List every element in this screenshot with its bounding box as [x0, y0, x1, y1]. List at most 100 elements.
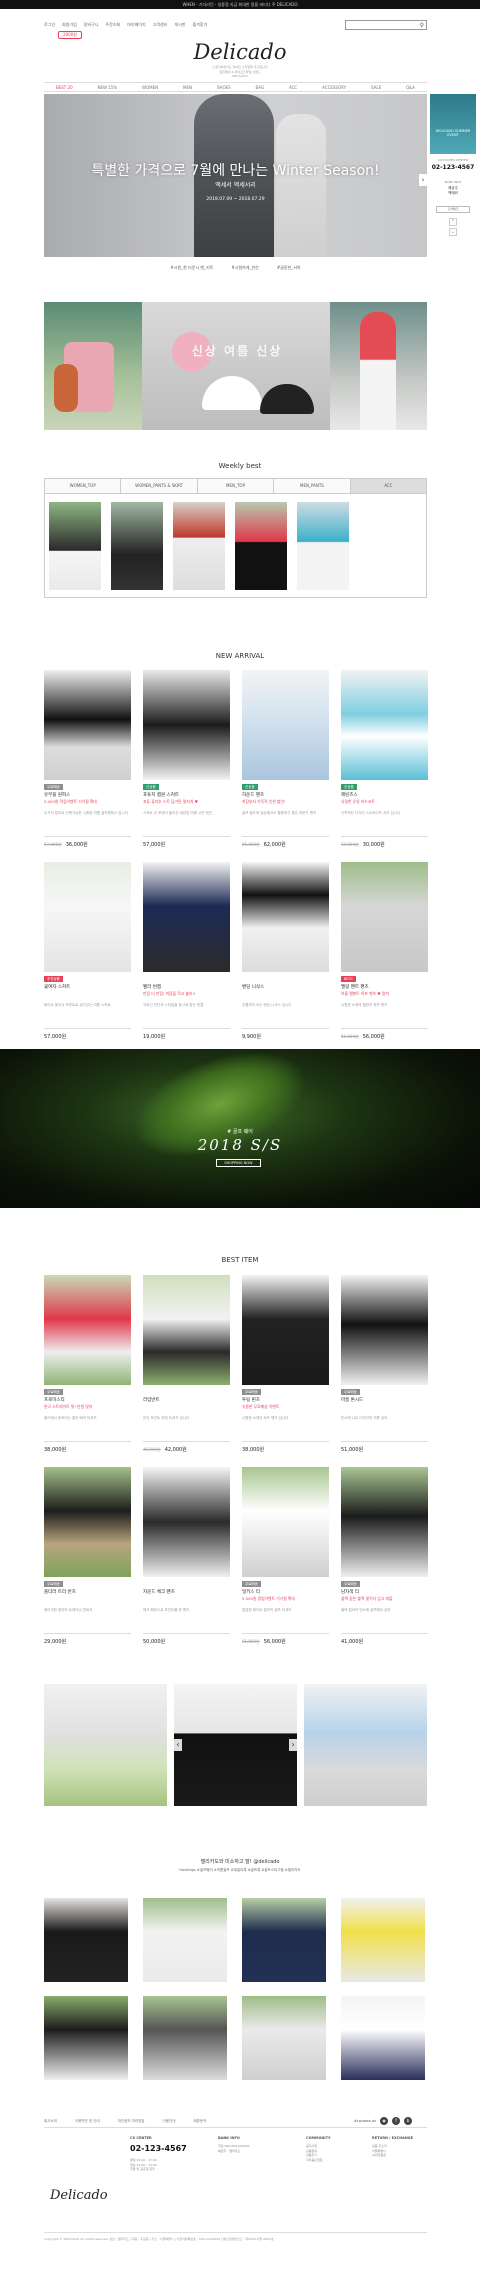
- join-coupon-badge[interactable]: 2000원: [58, 31, 82, 39]
- util-link[interactable]: 회원가입: [62, 22, 77, 28]
- shopping-now-button[interactable]: SHOPPING NOW: [216, 1159, 261, 1167]
- nav-item[interactable]: SALE: [371, 85, 381, 90]
- product-name[interactable]: 헤린즈스: [341, 792, 428, 798]
- product-name[interactable]: 하운드 팬츠: [242, 792, 329, 798]
- site-logo[interactable]: Delicado: [0, 40, 480, 64]
- tab-men-pants[interactable]: MEN_PANTS: [274, 479, 351, 493]
- weekly-product-image[interactable]: [111, 502, 163, 590]
- carousel-item[interactable]: [44, 1684, 167, 1806]
- chevron-right-icon[interactable]: ›: [289, 1739, 297, 1751]
- product-name[interactable]: 밀키스 티: [242, 1589, 329, 1595]
- product-image[interactable]: [143, 1467, 230, 1577]
- nav-item[interactable]: Q&A: [406, 85, 415, 90]
- nav-item[interactable]: ACCESSORY: [322, 85, 346, 90]
- promo-banner-keyring[interactable]: [44, 302, 142, 430]
- instagram-photo[interactable]: [143, 1996, 227, 2080]
- product-name[interactable]: 투팅 핀츠: [242, 1397, 329, 1403]
- instagram-photo[interactable]: [44, 1898, 128, 1982]
- product-image[interactable]: [341, 670, 428, 780]
- util-link[interactable]: 게시판: [174, 22, 185, 28]
- product-name[interactable]: 라임반트: [143, 1397, 230, 1403]
- product-image[interactable]: [341, 1275, 428, 1385]
- instagram-photo[interactable]: [242, 1898, 326, 1982]
- nav-item[interactable]: SHOES: [217, 85, 231, 90]
- hero-slider[interactable]: 특별한 가격으로 7월에 만나는 Winter Season! 액세서 액세서리…: [44, 94, 427, 257]
- weekly-product-image[interactable]: [235, 502, 287, 590]
- footer-link[interactable]: 자주묻는질문: [306, 2158, 323, 2163]
- util-link[interactable]: 로그인: [44, 22, 55, 28]
- product-name[interactable]: 프로미스티: [44, 1397, 131, 1403]
- chevron-left-icon[interactable]: ‹: [174, 1739, 182, 1751]
- instagram-photo[interactable]: [341, 1996, 425, 2080]
- nav-item[interactable]: BAG: [256, 85, 265, 90]
- weekly-product-image[interactable]: [297, 502, 349, 590]
- product-image[interactable]: [44, 1467, 131, 1577]
- product-image[interactable]: [44, 670, 131, 780]
- footer-link[interactable]: 개인정보 처리방침: [118, 2119, 145, 2124]
- nav-item[interactable]: MEN: [183, 85, 192, 90]
- hero-tab[interactable]: #시원_한 더운시 맨_키트: [170, 258, 213, 278]
- product-name[interactable]: 멜랑 팬트 팬츠: [341, 984, 428, 990]
- search-icon[interactable]: ⚲: [420, 22, 424, 29]
- product-name[interactable]: 포튜지 랩원 스커트: [143, 792, 230, 798]
- util-link[interactable]: 마이페이지: [127, 22, 145, 28]
- carousel-item[interactable]: [174, 1684, 297, 1806]
- util-link[interactable]: 고객센터: [153, 22, 168, 28]
- product-name[interactable]: 밴딩 니삭스: [242, 984, 329, 990]
- nav-item[interactable]: NEW 15%: [98, 85, 118, 90]
- carousel-item[interactable]: [304, 1684, 427, 1806]
- tab-women-top[interactable]: WOMEN_TOP: [45, 479, 122, 493]
- promo-banner-caps[interactable]: 신상 여름 신상: [142, 302, 330, 430]
- season-banner[interactable]: # 골프 웨어 2018 S/S SHOPPING NOW: [0, 1049, 480, 1208]
- product-image[interactable]: [44, 1275, 131, 1385]
- product-name[interactable]: 유무플 원피스: [44, 792, 131, 798]
- tab-women-pants[interactable]: WOMEN_PANTS & SKIRT: [121, 479, 198, 493]
- util-link[interactable]: 즐겨찾기: [192, 22, 207, 28]
- product-image[interactable]: [143, 670, 230, 780]
- scroll-down-icon[interactable]: ⌄: [449, 228, 457, 236]
- product-image[interactable]: [242, 670, 329, 780]
- chevron-right-icon[interactable]: ›: [419, 174, 427, 186]
- scroll-up-icon[interactable]: ⌃: [449, 218, 457, 226]
- footer-link[interactable]: 이용안내: [163, 2119, 176, 2124]
- product-image[interactable]: [242, 1275, 329, 1385]
- product-image[interactable]: [341, 862, 428, 972]
- instagram-photo[interactable]: [341, 1898, 425, 1982]
- product-image[interactable]: [242, 862, 329, 972]
- weekly-product-image[interactable]: [49, 502, 101, 590]
- product-name[interactable]: 자운드 체크 팬츠: [143, 1589, 230, 1595]
- product-image[interactable]: [242, 1467, 329, 1577]
- tab-men-top[interactable]: MEN_TOP: [197, 479, 275, 493]
- weekly-product-image[interactable]: [173, 502, 225, 590]
- instagram-photo[interactable]: [44, 1996, 128, 2080]
- nav-item[interactable]: WOMEN: [142, 85, 158, 90]
- instagram-photo[interactable]: [143, 1898, 227, 1982]
- hero-tab[interactable]: #골동한_서약: [277, 258, 301, 278]
- product-image[interactable]: [44, 862, 131, 972]
- product-name[interactable]: 남자색 티: [341, 1589, 428, 1595]
- promo-banner-model[interactable]: [330, 302, 427, 430]
- tab-acc[interactable]: ACC: [350, 479, 427, 493]
- product-image[interactable]: [341, 1467, 428, 1577]
- attendance-button[interactable]: 출석체크: [436, 206, 470, 213]
- nav-item[interactable]: ACC: [289, 85, 297, 90]
- instagram-photo[interactable]: [242, 1996, 326, 2080]
- hero-tab[interactable]: #시원하게_만산: [231, 258, 258, 278]
- footer-link[interactable]: 이용약관 및 안내: [75, 2119, 100, 2124]
- product-image[interactable]: [143, 1275, 230, 1385]
- product-image[interactable]: [143, 862, 230, 972]
- footer-logo[interactable]: Delicado: [50, 2188, 108, 2203]
- product-name[interactable]: 꽃여자 스커트: [44, 984, 131, 990]
- util-link[interactable]: 주문조회: [106, 22, 121, 28]
- product-name[interactable]: 벨라 썬캡: [143, 984, 230, 990]
- util-link[interactable]: 장바구니: [84, 22, 99, 28]
- product-name[interactable]: 플더러 트라 반츠: [44, 1589, 131, 1595]
- footer-link[interactable]: 제휴문의: [193, 2119, 206, 2124]
- footer-link[interactable]: 회사소개: [44, 2119, 57, 2124]
- product-name[interactable]: 마름 톤시드: [341, 1397, 428, 1403]
- instagram-icon[interactable]: ◉: [380, 2117, 389, 2125]
- nav-item[interactable]: BEST 20: [56, 85, 73, 90]
- facebook-icon[interactable]: f: [392, 2117, 401, 2125]
- blog-icon[interactable]: b: [404, 2117, 413, 2125]
- search-input[interactable]: ⚲: [345, 20, 427, 30]
